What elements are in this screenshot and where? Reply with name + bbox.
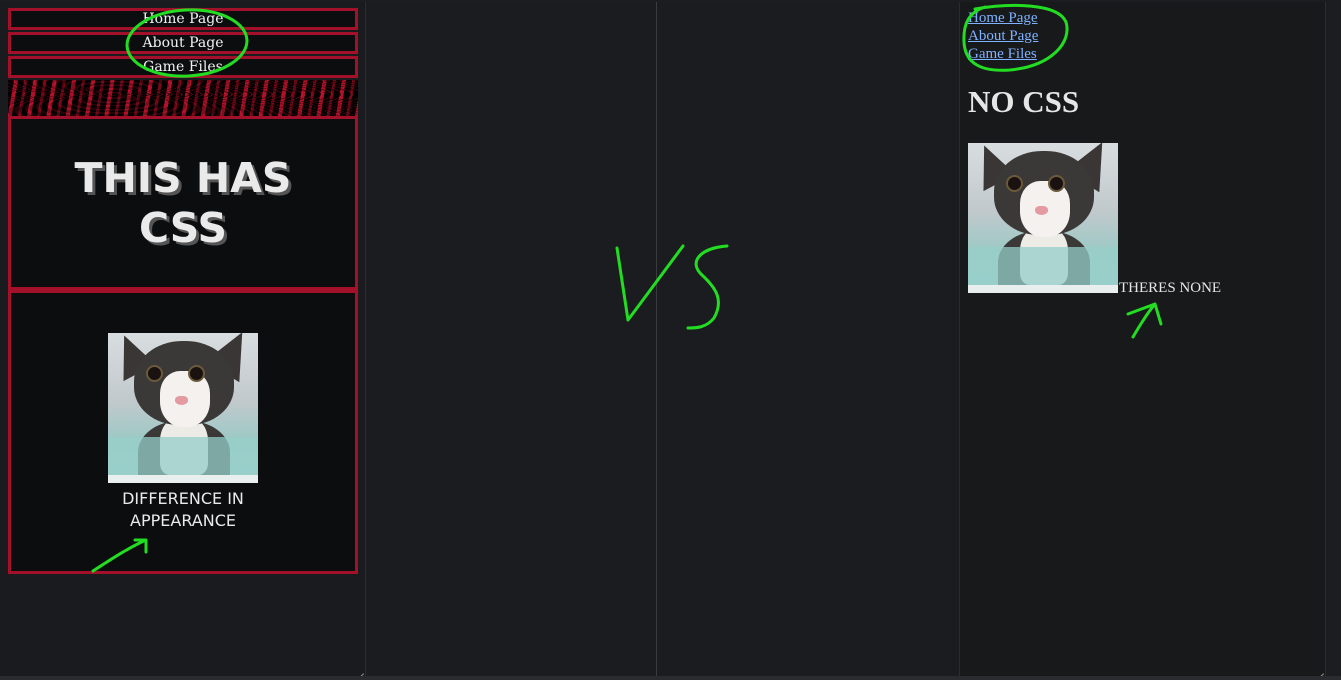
nav-about-page-link[interactable]: About Page [8,32,358,54]
resize-grip-icon[interactable] [352,662,364,674]
raw-home-page-link[interactable]: Home Page [968,9,1038,27]
raw-body-text: THERES NONE [1119,280,1222,296]
title-line-1: THIS HAS [74,154,292,202]
raw-heading: NO CSS [968,84,1080,119]
nav-game-files-link[interactable]: Game Files [8,56,358,78]
caption-line-2: APPEARANCE [130,511,236,530]
raw-about-page-link[interactable]: About Page [968,27,1038,45]
title-box: THIS HAS CSS [8,116,358,290]
decorative-banner [8,80,358,116]
caption-line-1: DIFFERENCE IN [122,489,244,508]
nav-home-page-link[interactable]: Home Page [8,8,358,30]
bottom-edge [0,676,1341,680]
panel-divider[interactable] [656,2,657,676]
middle-background [367,2,959,676]
cat-photo-icon [968,143,1118,293]
image-caption: DIFFERENCE IN APPEARANCE [8,488,358,532]
cat-photo-icon [108,333,258,483]
page-title: THIS HAS CSS [11,153,355,253]
resize-grip-icon[interactable] [1312,662,1324,674]
raw-game-files-link[interactable]: Game Files [968,45,1037,63]
title-line-2: CSS [138,204,228,252]
